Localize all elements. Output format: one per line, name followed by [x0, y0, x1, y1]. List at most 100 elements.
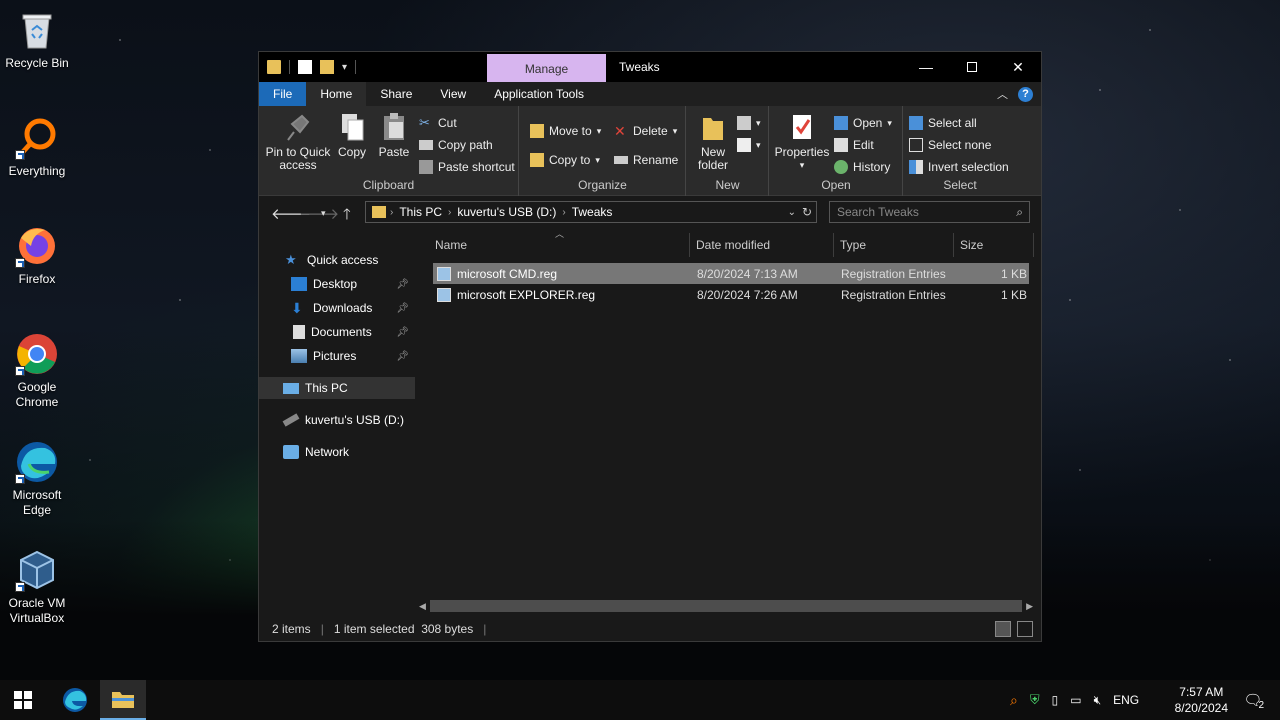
scrollbar-thumb[interactable]: [429, 600, 1023, 612]
everything-tray-icon[interactable]: ⌕: [1010, 692, 1018, 709]
help-icon[interactable]: ?: [1018, 86, 1033, 102]
everything-icon: [15, 116, 59, 160]
paste-shortcut-button[interactable]: Paste shortcut: [419, 160, 515, 174]
language-indicator[interactable]: ENG: [1113, 693, 1139, 707]
desktop-icon-label: Firefox: [18, 272, 56, 286]
column-header-name[interactable]: Name: [435, 237, 467, 257]
customize-toolbar-chevron-icon[interactable]: ▾: [342, 62, 347, 73]
column-header-type[interactable]: Type: [840, 237, 866, 257]
collapse-ribbon-chevron-icon[interactable]: ︿: [997, 86, 1008, 102]
nav-item-documents[interactable]: Documents 📌︎: [259, 321, 415, 343]
cut-button[interactable]: ✂ Cut: [419, 116, 457, 131]
start-button[interactable]: [0, 680, 46, 720]
volume-muted-icon[interactable]: 🔇︎: [1094, 693, 1102, 708]
close-button[interactable]: ✕: [995, 52, 1041, 82]
taskbar-file-explorer[interactable]: [100, 680, 146, 720]
security-shield-icon[interactable]: ⛨: [1030, 692, 1040, 708]
rename-button[interactable]: Rename: [614, 153, 678, 167]
taskbar-edge[interactable]: [52, 680, 98, 720]
horizontal-scrollbar[interactable]: ◀ ▶: [419, 599, 1033, 613]
column-divider[interactable]: [689, 233, 690, 257]
select-all-button[interactable]: Select all: [909, 116, 977, 130]
copy-to-button[interactable]: Copy to ▾: [530, 153, 600, 167]
invert-selection-button[interactable]: Invert selection: [909, 160, 1009, 174]
edit-button[interactable]: Edit: [834, 138, 874, 152]
tab-home[interactable]: Home: [306, 82, 367, 106]
open-button[interactable]: Open ▾: [834, 116, 892, 130]
breadcrumb-separator: ›: [390, 206, 394, 218]
breadcrumb-usb[interactable]: kuvertu's USB (D:): [457, 205, 556, 219]
new-item-button[interactable]: ▾: [737, 116, 761, 130]
scroll-left-arrow-icon[interactable]: ◀: [419, 601, 426, 612]
paste-button[interactable]: Paste: [377, 112, 411, 159]
history-button[interactable]: History: [834, 160, 890, 174]
recent-locations-chevron-icon[interactable]: ▾: [321, 208, 326, 219]
nav-label: Desktop: [313, 277, 358, 291]
status-bar: 2 items | 1 item selected 308 bytes |: [259, 617, 1041, 641]
new-folder-icon[interactable]: [320, 60, 334, 74]
file-row[interactable]: microsoft EXPLORER.reg 8/20/2024 7:26 AM…: [433, 284, 1029, 305]
taskbar: ⌕ ⛨ ▯ ▭ 🔇︎ ENG 7:57 AM 8/20/2024 🗨︎ 2: [0, 680, 1280, 720]
file-row[interactable]: microsoft CMD.reg 8/20/2024 7:13 AM Regi…: [433, 263, 1029, 284]
tab-share[interactable]: Share: [366, 82, 426, 106]
large-icons-view-icon[interactable]: [1017, 621, 1033, 637]
tab-file[interactable]: File: [259, 82, 307, 106]
move-to-button[interactable]: Move to ▾: [530, 124, 601, 138]
up-arrow-icon[interactable]: 🡑: [343, 204, 351, 229]
firefox-icon: [15, 224, 59, 268]
address-field[interactable]: › This PC › kuvertu's USB (D:) › Tweaks …: [365, 201, 817, 223]
copy-path-button[interactable]: Copy path: [419, 138, 493, 152]
scroll-right-arrow-icon[interactable]: ▶: [1026, 601, 1033, 612]
manage-contextual-tab[interactable]: Manage: [487, 54, 606, 82]
minimize-button[interactable]: —: [903, 52, 949, 82]
nav-item-downloads[interactable]: ⬇ Downloads 📌︎: [259, 297, 415, 319]
action-center-button[interactable]: 🗨︎ 2: [1243, 680, 1264, 720]
nav-item-network[interactable]: Network: [259, 441, 415, 463]
column-divider[interactable]: [953, 233, 954, 257]
selection-info: 1 item selected 308 bytes: [333, 622, 474, 636]
nav-item-this-pc[interactable]: This PC: [259, 377, 415, 399]
forward-arrow-icon[interactable]: 🡒: [299, 204, 339, 223]
pin-icon[interactable]: 📌︎: [396, 279, 409, 290]
breadcrumb-tweaks[interactable]: Tweaks: [572, 205, 613, 219]
column-header-size[interactable]: Size: [960, 237, 983, 257]
copy-button[interactable]: Copy: [335, 112, 369, 159]
desktop-icon-everything[interactable]: Everything: [4, 116, 70, 179]
delete-button[interactable]: ✕ Delete ▾: [614, 124, 677, 138]
new-folder-label: New folder: [697, 145, 729, 172]
nav-item-usb-drive[interactable]: kuvertu's USB (D:): [259, 409, 415, 431]
desktop-icon-chrome[interactable]: Google Chrome: [4, 332, 70, 410]
column-header-date-modified[interactable]: Date modified: [696, 237, 770, 257]
select-none-button[interactable]: Select none: [909, 138, 991, 152]
properties-checkmark-icon[interactable]: [298, 60, 312, 74]
nav-item-pictures[interactable]: Pictures 📌︎: [259, 345, 415, 367]
column-divider[interactable]: [1033, 233, 1034, 257]
tab-application-tools[interactable]: Application Tools: [480, 82, 598, 106]
breadcrumb-this-pc[interactable]: This PC: [399, 205, 442, 219]
search-input[interactable]: Search Tweaks ⌕: [829, 201, 1030, 223]
tab-view[interactable]: View: [426, 82, 480, 106]
nav-item-quick-access[interactable]: ★ Quick access: [259, 249, 415, 271]
clock[interactable]: 7:57 AM 8/20/2024: [1175, 684, 1228, 716]
details-view-icon[interactable]: [995, 621, 1011, 637]
new-folder-button[interactable]: New folder: [693, 112, 733, 172]
column-divider[interactable]: [833, 233, 834, 257]
maximize-button[interactable]: [949, 52, 995, 82]
easy-access-button[interactable]: ▾: [737, 138, 761, 152]
file-date: 8/20/2024 7:13 AM: [697, 266, 798, 281]
desktop-icon-firefox[interactable]: Firefox: [4, 224, 70, 287]
pin-to-quick-access-button[interactable]: Pin to Quick access: [265, 112, 331, 172]
pin-icon[interactable]: 📌︎: [396, 327, 409, 338]
nav-item-desktop[interactable]: Desktop 📌︎: [259, 273, 415, 295]
properties-button[interactable]: Properties ▾: [774, 112, 830, 172]
network-icon[interactable]: ▭: [1070, 693, 1081, 707]
pin-icon[interactable]: 📌︎: [396, 303, 409, 314]
usb-eject-icon[interactable]: ▯: [1052, 693, 1059, 707]
desktop-icon-edge[interactable]: Microsoft Edge: [4, 440, 70, 518]
refresh-icon[interactable]: ↻: [802, 205, 812, 219]
title-bar[interactable]: ▾ Manage Tweaks — ✕: [259, 52, 1041, 82]
desktop-icon-virtualbox[interactable]: Oracle VM VirtualBox: [4, 548, 70, 626]
pin-icon[interactable]: 📌︎: [396, 351, 409, 362]
desktop-icon-recycle-bin[interactable]: Recycle Bin: [4, 8, 70, 71]
address-dropdown-chevron-icon[interactable]: ⌄: [788, 207, 796, 218]
